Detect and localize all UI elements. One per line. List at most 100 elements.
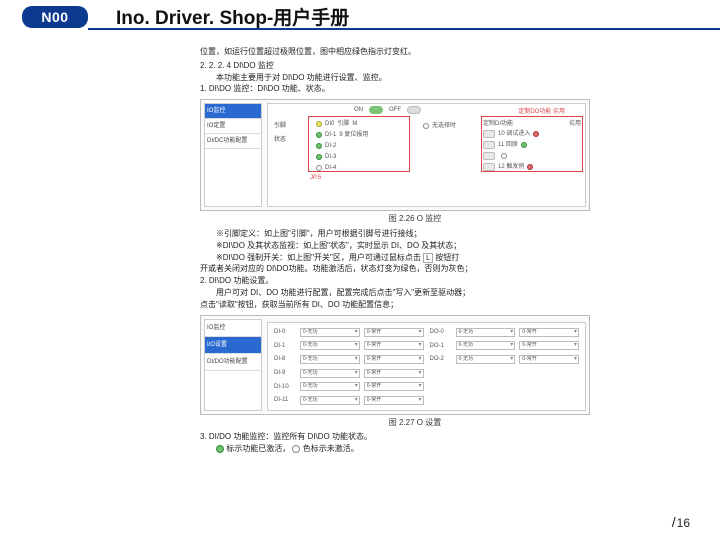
note-6: 用户可对 DI、DO 功能进行配置，配置完成后点击"写入"更新至驱动器； — [200, 288, 630, 299]
status-dot-icon — [316, 143, 322, 149]
func-select[interactable]: 0-无功 — [456, 355, 516, 364]
fig1-caption: 图 2.26 O 监控 — [200, 214, 630, 225]
func-select[interactable]: 0-无功 — [300, 382, 360, 391]
mode-select[interactable]: 0-常开 — [364, 328, 424, 337]
mode-select[interactable]: 0-常开 — [364, 355, 424, 364]
status-dot-icon — [501, 153, 507, 159]
pin-row: DI0引脚M — [316, 118, 406, 129]
fig2-sidebar: IO监控 I/O设置 DI/DO功能配置 — [204, 319, 262, 411]
fig1-main: ON OFF 引脚 状态 DI0引脚M DI-19 复位报用 DI-2 DI-3… — [267, 103, 586, 207]
mode-select[interactable]: 0-常开 — [364, 369, 424, 378]
pin-row: DI-2 — [316, 140, 406, 151]
legend-dot-active-icon — [216, 445, 224, 453]
status-dot-icon — [527, 164, 533, 170]
cfg-row: DO-00-无功0-常开 — [430, 326, 580, 339]
fig1-tab-monitor[interactable]: IO监控 — [205, 104, 261, 119]
off-label: OFF — [389, 106, 401, 114]
icon-inline-button: L — [423, 253, 433, 263]
do-row: 12 触发例 — [483, 161, 581, 172]
do-row — [483, 150, 581, 161]
pin-row: DI-4 — [316, 162, 406, 173]
func-select[interactable]: 0-无功 — [300, 341, 360, 350]
status-dot-icon — [316, 132, 322, 138]
fig1-sidebar: IO监控 IO定置 DI/DC功能配置 — [204, 103, 262, 207]
func-select[interactable]: 0-无功 — [300, 396, 360, 405]
note-2: ※DI\DO 及其状态监视：如上图"状态"，实时显示 DI、DO 及其状态； — [200, 241, 630, 252]
logo-badge: N00 — [22, 6, 88, 28]
status-dot-icon — [521, 142, 527, 148]
func-select[interactable]: 0-无功 — [456, 341, 516, 350]
label-pin: 引脚 — [274, 122, 286, 130]
cfg-row — [430, 380, 580, 393]
fig2-caption: 图 2.27 O 设置 — [200, 418, 630, 429]
header-rule — [88, 28, 720, 30]
figure-monitor: IO监控 IO定置 DI/DC功能配置 ON OFF 引脚 状态 DI0引脚M … — [200, 99, 590, 211]
mode-select[interactable]: 0-常开 — [364, 382, 424, 391]
fig1-middle: 无选择时 — [423, 122, 456, 130]
note-5: 2. DI\DO 功能设置。 — [200, 276, 630, 287]
mode-select[interactable]: 0-常开 — [364, 341, 424, 350]
cfg-row: DI-110-无功0-常开 — [274, 394, 424, 407]
do-row: 10 调试进入 — [483, 128, 581, 139]
section-heading: 2. 2. 2. 4 DI\DO 监控 — [200, 61, 630, 72]
func-select[interactable]: 0-无功 — [300, 369, 360, 378]
cfg-row — [430, 394, 580, 407]
status-dot-icon — [316, 154, 322, 160]
fig1-pin-list: DI0引脚M DI-19 复位报用 DI-2 DI-3 DI-4 — [316, 118, 406, 173]
cfg-row: DO-10-无功0-常开 — [430, 339, 580, 352]
mode-select[interactable]: 0-常开 — [364, 396, 424, 405]
toggle-off-icon[interactable] — [407, 106, 421, 114]
func-select[interactable]: 0-无功 — [300, 328, 360, 337]
cfg-row: DI-100-无功0-常开 — [274, 380, 424, 393]
pin-row: DI-19 复位报用 — [316, 129, 406, 140]
do-button[interactable] — [483, 141, 495, 149]
do-button[interactable] — [483, 130, 495, 138]
do-button[interactable] — [483, 152, 495, 160]
para-intro: 本功能主要用于对 DI\DO 功能进行设置、监控。 — [200, 73, 630, 84]
figure-settings: IO监控 I/O设置 DI/DO功能配置 DI-00-无功0-常开 DO-00-… — [200, 315, 590, 415]
note-4: 开或者关闭对应的 DI\DO功能。功能激活后，状态灯变为绿色，否则为灰色； — [200, 264, 630, 275]
cfg-row: DI-90-无功0-常开 — [274, 367, 424, 380]
fig2-tab-ioset[interactable]: I/O设置 — [205, 337, 261, 354]
fig2-tab-monitor[interactable]: IO监控 — [205, 320, 261, 337]
document-body: 位置，如运行位置超过极限位置，图中相应绿色指示灯变红。 2. 2. 2. 4 D… — [200, 46, 630, 456]
page-title: Ino. Driver. Shop-用户手册 — [116, 3, 349, 30]
page-number: /16 — [672, 514, 690, 530]
pin-row: DI-3 — [316, 151, 406, 162]
mode-select[interactable]: 0-常开 — [519, 355, 579, 364]
status-dot-icon — [423, 123, 429, 129]
cfg-row — [430, 367, 580, 380]
fig2-tab-cfg[interactable]: DI/DO功能配置 — [205, 354, 261, 371]
do-button[interactable] — [483, 163, 495, 171]
note-3: ※DI\DO 强制开关：如上图"开关"区，用户可通过鼠标点击 L 按钮打 — [200, 253, 630, 264]
legend-dot-inactive-icon — [292, 445, 300, 453]
para-item3: 3. DI/DO 功能监控：监控所有 DI\DO 功能状态。 — [200, 432, 630, 443]
cfg-row: DI-10-无功0-常开 — [274, 339, 424, 352]
fig1-right-list: 定制DI功能劣用 10 调试进入 11 回原 12 触发例 — [483, 120, 581, 172]
fig2-grid: DI-00-无功0-常开 DO-00-无功0-常开 DI-10-无功0-常开 D… — [267, 322, 586, 411]
para-item1: 1. DI\DO 监控：DI\DO 功能、状态。 — [200, 84, 630, 95]
func-select[interactable]: 0-无功 — [300, 355, 360, 364]
do-row: 11 回原 — [483, 139, 581, 150]
mode-select[interactable]: 0-常开 — [519, 341, 579, 350]
status-dot-icon — [316, 121, 322, 127]
fig1-right-header: 定制DI功能劣用 — [483, 120, 581, 128]
cfg-row: DI-00-无功0-常开 — [274, 326, 424, 339]
fig1-tab-cfg[interactable]: DI/DC功能配置 — [205, 134, 261, 149]
fig1-switch: ON OFF — [354, 106, 421, 114]
legend-row: 标示功能已激活， 色标示未激活。 — [200, 444, 630, 455]
func-select[interactable]: 0-无功 — [456, 328, 516, 337]
fig1-tab-set[interactable]: IO定置 — [205, 119, 261, 134]
cfg-row: DO-20-无功0-常开 — [430, 353, 580, 366]
para-position: 位置，如运行位置超过极限位置，图中相应绿色指示灯变红。 — [200, 47, 630, 58]
mode-select[interactable]: 0-常开 — [519, 328, 579, 337]
status-dot-icon — [533, 131, 539, 137]
toggle-on-icon[interactable] — [369, 106, 383, 114]
label-status: 状态 — [274, 136, 286, 144]
on-label: ON — [354, 106, 363, 114]
annotation-right: 定制DO功能 劣用 — [518, 108, 565, 116]
note-7: 点击"读取"按钮，获取当前所有 DI、DO 功能配置信息； — [200, 300, 630, 311]
cfg-row: DI-80-无功0-常开 — [274, 353, 424, 366]
status-dot-icon — [316, 165, 322, 171]
page-header: N00 Ino. Driver. Shop-用户手册 — [0, 0, 720, 36]
